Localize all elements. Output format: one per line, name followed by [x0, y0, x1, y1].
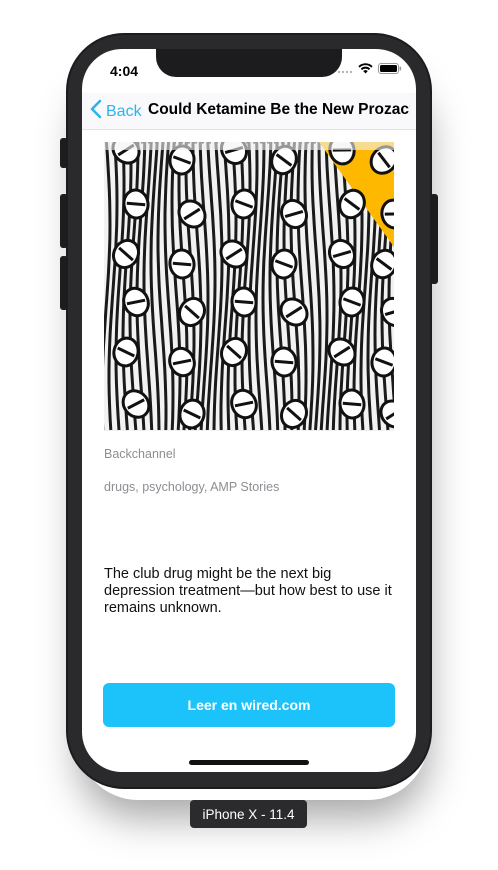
- battery-icon: [378, 61, 402, 79]
- back-label: Back: [106, 102, 142, 120]
- screen: 4:04 Back Could Ketamine Be the New Proz…: [82, 49, 416, 772]
- device-label: iPhone X - 11.4: [190, 800, 307, 828]
- chevron-left-icon: [90, 99, 102, 124]
- navigation-bar: Back Could Ketamine Be the New Prozac?: [82, 93, 416, 130]
- article-section: Backchannel: [104, 447, 176, 461]
- wifi-icon: [358, 61, 373, 79]
- status-time: 4:04: [110, 63, 139, 79]
- status-indicators: [337, 63, 402, 77]
- home-indicator[interactable]: [189, 760, 309, 765]
- notch: [156, 49, 342, 77]
- article-description: The club drug might be the next big depr…: [104, 566, 392, 616]
- article-tags: drugs, psychology, AMP Stories: [104, 480, 280, 494]
- signal-icon: [337, 61, 353, 79]
- article-hero-image: [104, 142, 394, 431]
- page-title: Could Ketamine Be the New Prozac?: [148, 101, 410, 118]
- back-button[interactable]: Back: [90, 99, 142, 124]
- read-on-wired-button[interactable]: Leer en wired.com: [103, 683, 395, 727]
